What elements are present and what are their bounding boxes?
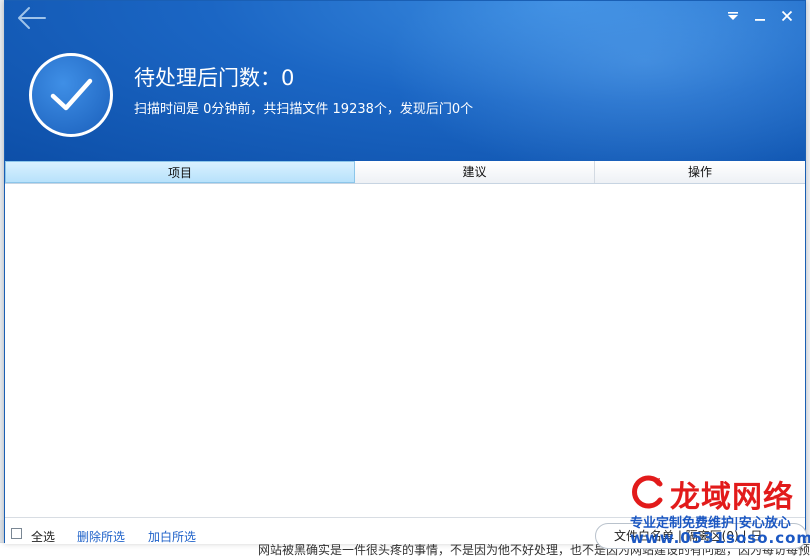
results-table-body xyxy=(5,184,805,517)
minimize-button[interactable] xyxy=(751,7,769,25)
menu-button[interactable] xyxy=(724,7,742,25)
scan-summary: 扫描时间是 0分钟前，共扫描文件 19238个，发现后门0个 xyxy=(134,102,474,117)
dialog-header: 待处理后门数：0 扫描时间是 0分钟前，共扫描文件 19238个，发现后门0个 xyxy=(5,1,805,161)
column-header-suggestion[interactable]: 建议 xyxy=(355,161,595,183)
column-header-action[interactable]: 操作 xyxy=(595,161,805,183)
scan-status-badge xyxy=(29,53,113,137)
triangle-down-icon xyxy=(728,12,738,20)
results-table-header: 项目 建议 操作 xyxy=(5,161,805,184)
pending-backdoor-count: 待处理后门数：0 xyxy=(134,66,295,90)
checkmark-icon xyxy=(50,78,93,111)
back-button[interactable] xyxy=(15,3,51,33)
delete-selected-link[interactable]: 删除所选 xyxy=(77,528,125,545)
arrow-left-icon xyxy=(18,7,46,29)
minimize-icon xyxy=(755,19,765,21)
select-all-label: 全选 xyxy=(31,530,56,544)
close-icon xyxy=(781,10,793,22)
select-all-checkbox[interactable] xyxy=(11,528,22,539)
whitelist-quarantine-button[interactable]: 文件白名单 | 隔离区(0) | 日 xyxy=(595,523,807,549)
whitelist-selected-link[interactable]: 加白所选 xyxy=(148,528,196,545)
dialog-footer: 全选 删除所选 加白所选 文件白名单 | 隔离区(0) | 日 xyxy=(5,517,807,549)
header-glow xyxy=(385,1,805,161)
backdoor-scan-dialog: 待处理后门数：0 扫描时间是 0分钟前，共扫描文件 19238个，发现后门0个 … xyxy=(4,0,807,549)
close-button[interactable] xyxy=(778,7,796,25)
column-header-item[interactable]: 项目 xyxy=(5,161,355,183)
